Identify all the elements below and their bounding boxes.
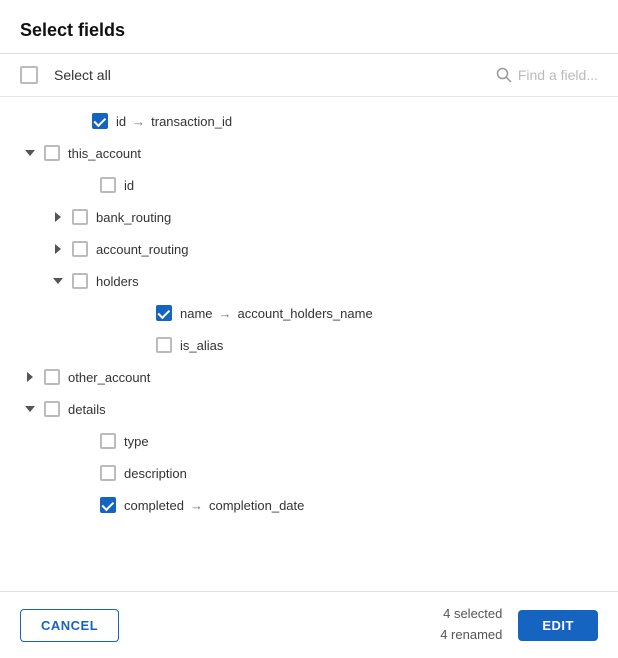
field-name-details: details bbox=[68, 402, 106, 417]
search-placeholder: Find a field... bbox=[518, 67, 598, 83]
expander-account-routing[interactable] bbox=[48, 239, 68, 259]
checkbox-details-type[interactable] bbox=[100, 433, 116, 449]
renamed-field-id-top: transaction_id bbox=[151, 114, 232, 129]
field-name-bank-routing: bank_routing bbox=[96, 210, 171, 225]
field-row-details-description: description bbox=[0, 457, 618, 489]
selected-count: 4 selected bbox=[440, 604, 502, 625]
checkbox-details-completed[interactable] bbox=[100, 497, 116, 513]
field-row-other-account: other_account bbox=[0, 361, 618, 393]
page-title: Select fields bbox=[20, 20, 125, 40]
expander-placeholder-holders-name bbox=[132, 303, 152, 323]
checkbox-holders-is-alias[interactable] bbox=[156, 337, 172, 353]
chevron-down-icon-holders bbox=[53, 278, 63, 284]
search-icon bbox=[496, 67, 512, 83]
field-row-account-routing: account_routing bbox=[0, 233, 618, 265]
chevron-down-icon bbox=[25, 150, 35, 156]
expander-bank-routing[interactable] bbox=[48, 207, 68, 227]
checkbox-this-account[interactable] bbox=[44, 145, 60, 161]
checkbox-holders[interactable] bbox=[72, 273, 88, 289]
header: Select fields bbox=[0, 0, 618, 54]
expander-placeholder-details-type bbox=[76, 431, 96, 451]
expander-holders[interactable] bbox=[48, 271, 68, 291]
checkbox-bank-routing[interactable] bbox=[72, 209, 88, 225]
expander-this-account[interactable] bbox=[20, 143, 40, 163]
checkbox-details-description[interactable] bbox=[100, 465, 116, 481]
field-name-details-type: type bbox=[124, 434, 149, 449]
chevron-right-icon-account bbox=[55, 244, 61, 254]
chevron-down-icon-details bbox=[25, 406, 35, 412]
expander-details[interactable] bbox=[20, 399, 40, 419]
toolbar: Select all Find a field... bbox=[0, 54, 618, 97]
checkbox-details[interactable] bbox=[44, 401, 60, 417]
checkbox-id-top[interactable] bbox=[92, 113, 108, 129]
footer: CANCEL 4 selected 4 renamed EDIT bbox=[0, 591, 618, 658]
field-name-other-account: other_account bbox=[68, 370, 150, 385]
field-row-id-top: id → transaction_id bbox=[0, 105, 618, 137]
arrow-icon-details-completed: → bbox=[190, 498, 203, 513]
field-row-holders-name: name → account_holders_name bbox=[0, 297, 618, 329]
checkbox-holders-name[interactable] bbox=[156, 305, 172, 321]
renamed-field-holders-name: account_holders_name bbox=[238, 306, 373, 321]
field-row-holders-is-alias: is_alias bbox=[0, 329, 618, 361]
arrow-icon-holders-name: → bbox=[219, 306, 232, 321]
field-name-id-top: id bbox=[116, 114, 126, 129]
renamed-field-details-completed: completion_date bbox=[209, 498, 304, 513]
select-all-label[interactable]: Select all bbox=[54, 67, 111, 83]
field-row-this-account-id: id bbox=[0, 169, 618, 201]
checkbox-this-account-id[interactable] bbox=[100, 177, 116, 193]
field-name-details-description: description bbox=[124, 466, 187, 481]
field-row-details-type: type bbox=[0, 425, 618, 457]
renamed-count: 4 renamed bbox=[440, 625, 502, 646]
field-name-details-completed: completed bbox=[124, 498, 184, 513]
field-name-holders-is-alias: is_alias bbox=[180, 338, 223, 353]
field-name-this-account: this_account bbox=[68, 146, 141, 161]
field-row-details-completed: completed → completion_date bbox=[0, 489, 618, 521]
field-name-holders: holders bbox=[96, 274, 139, 289]
content-area: id → transaction_id this_account id bank… bbox=[0, 97, 618, 591]
cancel-button[interactable]: CANCEL bbox=[20, 609, 119, 642]
expander-placeholder-details-completed bbox=[76, 495, 96, 515]
field-name-account-routing: account_routing bbox=[96, 242, 189, 257]
edit-button[interactable]: EDIT bbox=[518, 610, 598, 641]
expander-placeholder-details-description bbox=[76, 463, 96, 483]
expander-placeholder-id-top bbox=[68, 111, 88, 131]
arrow-icon-id-top: → bbox=[132, 114, 145, 129]
chevron-right-icon-other bbox=[27, 372, 33, 382]
chevron-right-icon-bank bbox=[55, 212, 61, 222]
field-name-holders-name: name bbox=[180, 306, 213, 321]
field-name-this-account-id: id bbox=[124, 178, 134, 193]
field-row-bank-routing: bank_routing bbox=[0, 201, 618, 233]
field-row-details: details bbox=[0, 393, 618, 425]
checkbox-account-routing[interactable] bbox=[72, 241, 88, 257]
expander-other-account[interactable] bbox=[20, 367, 40, 387]
select-all-checkbox[interactable] bbox=[20, 66, 38, 84]
field-row-this-account: this_account bbox=[0, 137, 618, 169]
expander-placeholder-this-account-id bbox=[76, 175, 96, 195]
checkbox-other-account[interactable] bbox=[44, 369, 60, 385]
footer-stats: 4 selected 4 renamed bbox=[440, 604, 502, 646]
expander-placeholder-holders-is-alias bbox=[132, 335, 152, 355]
field-row-holders: holders bbox=[0, 265, 618, 297]
